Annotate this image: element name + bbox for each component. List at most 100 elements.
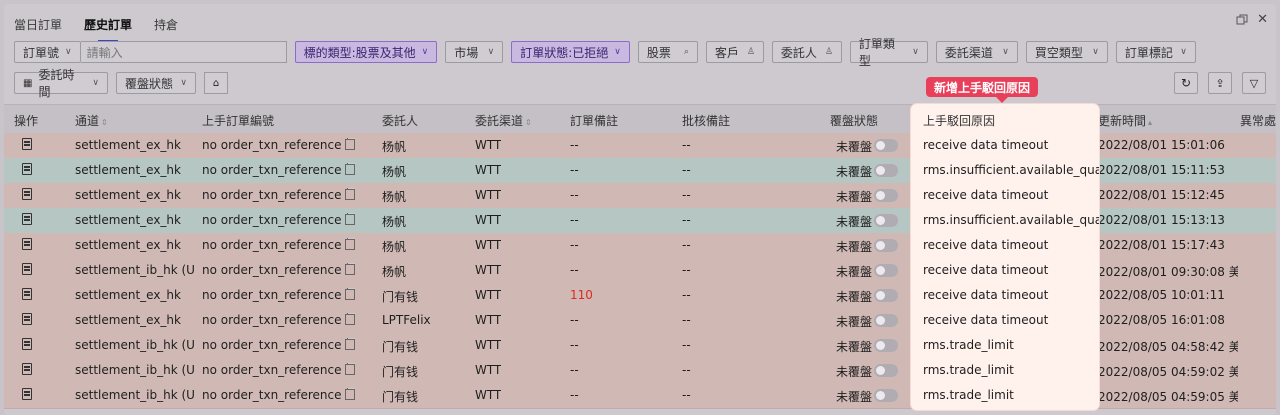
review-toggle[interactable] (874, 139, 898, 152)
detail-icon[interactable] (22, 163, 32, 175)
copy-icon[interactable] (345, 214, 356, 225)
review-toggle[interactable] (874, 339, 898, 352)
stock-filter[interactable]: 股票 ⌕ (637, 41, 698, 63)
entrust-time-filter[interactable]: ▦ 委託時間 ∨ (14, 68, 108, 99)
chevron-down-icon: ∨ (1092, 47, 1099, 57)
export-icon: ⇪ (1215, 76, 1225, 90)
cell-update-time: 2022/08/01 15:11:53 (1098, 163, 1225, 177)
col-channel[interactable]: 通道 ⇕ (75, 112, 108, 129)
cell-upstream-no: no order_txn_reference (202, 338, 356, 352)
copy-icon[interactable] (345, 164, 356, 175)
clear-filters-button[interactable]: ⌂ (204, 72, 228, 94)
col-delegator: 委託人 (382, 114, 419, 128)
cell-reject-reason: receive data timeout (923, 188, 1049, 202)
tab-today-orders[interactable]: 當日訂單 (14, 14, 62, 38)
cell-approve-note: -- (682, 338, 691, 352)
client-filter[interactable]: 客戶 ♙ (705, 41, 764, 63)
detail-icon[interactable] (22, 188, 32, 200)
review-toggle[interactable] (874, 314, 898, 327)
copy-icon[interactable] (345, 239, 356, 250)
market-filter[interactable]: 市場 ∨ (445, 41, 504, 63)
review-status-filter[interactable]: 覆盤狀態 ∨ (116, 72, 196, 94)
detail-icon[interactable] (22, 288, 32, 300)
cell-reject-reason: receive data timeout (923, 138, 1049, 152)
copy-icon[interactable] (345, 389, 356, 400)
search-icon: ⌕ (683, 47, 689, 57)
col-abnormal: 異常處 (1240, 114, 1276, 128)
cell-order-note: -- (570, 313, 579, 327)
cell-channel: settlement_ex_hk (75, 313, 181, 327)
order-status-label: 訂單狀態:已拒絕 (520, 45, 609, 60)
cell-order-note: -- (570, 238, 579, 252)
detail-icon[interactable] (22, 213, 32, 225)
sort-icon: ⇕ (525, 118, 532, 127)
cell-order-note: -- (570, 138, 579, 152)
user-icon: ♙ (824, 47, 833, 57)
cell-delegator: 杨帆 (382, 215, 407, 229)
cell-channel: settlement_ib_hk (U602 (75, 363, 195, 377)
cell-channel: settlement_ex_hk (75, 238, 181, 252)
cell-delegator: 门有钱 (382, 340, 419, 354)
refresh-button[interactable]: ↻ (1174, 72, 1198, 94)
channel-filter[interactable]: 委託渠道 ∨ (935, 41, 1018, 63)
detail-icon[interactable] (22, 263, 32, 275)
copy-icon[interactable] (345, 189, 356, 200)
cell-review-status: 未覆盤 (836, 190, 873, 204)
cell-channel: settlement_ex_hk (75, 188, 181, 202)
review-toggle[interactable] (874, 239, 898, 252)
detail-icon[interactable] (22, 138, 32, 150)
reject-reason-column: 上手駁回原因 receive data timeout rms.insuffici… (911, 104, 1099, 410)
tab-history-orders[interactable]: 歷史訂單 (84, 14, 132, 42)
detail-icon[interactable] (22, 363, 32, 375)
order-type-filter[interactable]: 訂單類型 ∨ (849, 37, 928, 68)
detail-icon[interactable] (22, 238, 32, 250)
close-icon[interactable]: ✕ (1257, 12, 1268, 27)
sort-icon: ⇕ (101, 118, 108, 127)
order-tag-filter[interactable]: 訂單標記 ∨ (1115, 41, 1196, 63)
search-input[interactable]: 請輸入 (80, 41, 287, 63)
long-short-filter[interactable]: 買空類型 ∨ (1025, 41, 1108, 63)
cell-review-status: 未覆盤 (836, 165, 873, 179)
col-entrust-channel-label: 委託渠道 (475, 114, 524, 128)
order-status-filter[interactable]: 訂單狀態:已拒絕 ∨ (511, 41, 630, 63)
col-update-time[interactable]: 更新時間 ▴ (1098, 112, 1152, 129)
window-restore-icon[interactable] (1236, 14, 1248, 26)
long-short-label: 買空類型 (1034, 45, 1083, 60)
cell-order-note: -- (570, 163, 579, 177)
copy-icon[interactable] (345, 314, 356, 325)
filter-row-2: ▦ 委託時間 ∨ 覆盤狀態 ∨ ⌂ (14, 68, 228, 99)
review-toggle[interactable] (874, 389, 898, 402)
export-button[interactable]: ⇪ (1208, 72, 1232, 94)
col-entrust-channel[interactable]: 委託渠道 ⇕ (475, 112, 532, 129)
cell-entrust-channel: WTT (475, 238, 502, 252)
review-toggle[interactable] (874, 164, 898, 177)
review-toggle[interactable] (874, 364, 898, 377)
copy-icon[interactable] (345, 139, 356, 150)
review-toggle[interactable] (874, 264, 898, 277)
order-number-select[interactable]: 訂單號 ∨ (14, 41, 81, 63)
copy-icon[interactable] (345, 339, 356, 350)
cell-update-time: 2022/08/05 04:58:42 美東 (1098, 340, 1238, 354)
detail-icon[interactable] (22, 313, 32, 325)
chevron-down-icon: ∨ (65, 47, 72, 57)
review-toggle[interactable] (874, 289, 898, 302)
review-toggle[interactable] (874, 189, 898, 202)
chevron-down-icon: ∨ (180, 78, 187, 88)
filter-button[interactable]: ▽ (1242, 72, 1266, 94)
tab-positions[interactable]: 持倉 (154, 14, 178, 38)
table-toolbar: ↻ ⇪ ▽ (1174, 72, 1266, 94)
copy-icon[interactable] (345, 289, 356, 300)
detail-icon[interactable] (22, 388, 32, 400)
copy-icon[interactable] (345, 264, 356, 275)
new-column-callout: 新增上手駁回原因 (926, 77, 1039, 103)
detail-icon[interactable] (22, 338, 32, 350)
order-number-label: 訂單號 (23, 45, 60, 60)
stock-label: 股票 (646, 45, 671, 60)
cell-review-status: 未覆盤 (836, 265, 873, 279)
asset-type-filter[interactable]: 標的類型:股票及其他 ∨ (294, 41, 438, 63)
cell-review-status: 未覆盤 (836, 140, 873, 154)
delegator-filter[interactable]: 委託人 ♙ (771, 41, 842, 63)
copy-icon[interactable] (345, 364, 356, 375)
cell-update-time: 2022/08/05 10:01:11 (1098, 288, 1225, 302)
review-toggle[interactable] (874, 214, 898, 227)
